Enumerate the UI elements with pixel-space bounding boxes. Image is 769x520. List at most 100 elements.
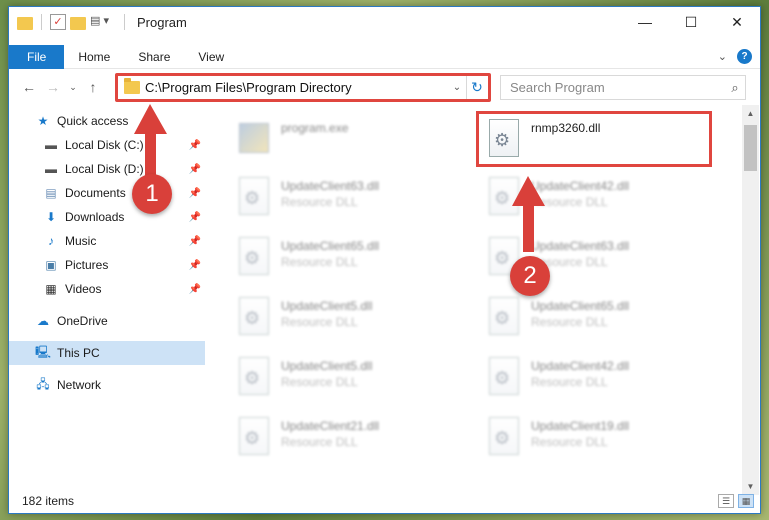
file-name: UpdateClient5.dll [281, 299, 373, 313]
refresh-icon[interactable]: ↻ [469, 79, 485, 95]
search-input[interactable] [510, 80, 725, 95]
sidebar-item-label: Videos [65, 282, 102, 296]
folder-icon [17, 16, 33, 30]
pin-icon[interactable]: 📌 [189, 212, 201, 223]
file-type: Resource DLL [281, 315, 358, 329]
dll-file-icon [487, 297, 521, 339]
file-item-program-exe[interactable]: program.exe [225, 115, 461, 171]
help-icon[interactable]: ? [737, 49, 752, 64]
callout-step-2: 2 [510, 256, 550, 296]
sidebar-item-quick-access[interactable]: ★ Quick access [9, 109, 205, 133]
scroll-up-icon[interactable]: ▲ [742, 105, 759, 122]
sidebar-item-documents[interactable]: ▤ Documents 📌 [9, 181, 205, 205]
sidebar-item-pictures[interactable]: ▣ Pictures 📌 [9, 253, 205, 277]
file-item[interactable]: UpdateClient5.dll Resource DLL [225, 293, 461, 349]
file-item[interactable]: UpdateClient42.dll Resource DLL [475, 353, 711, 409]
file-name: UpdateClient65.dll [531, 299, 630, 313]
sidebar-item-music[interactable]: ♪ Music 📌 [9, 229, 205, 253]
title-bar: ✓ ▤ ▾ Program — ☐ ✕ [9, 7, 760, 37]
scrollbar-thumb[interactable] [744, 125, 757, 171]
sidebar-item-local-disk-c[interactable]: ▬ Local Disk (C:) 📌 [9, 133, 205, 157]
recent-locations-icon[interactable]: ⌄ [65, 75, 81, 99]
navigation-bar: ← → ⌄ ↑ C:\Program Files\Program Directo… [9, 71, 760, 103]
sidebar-item-label: Documents [65, 186, 126, 200]
target-file-highlight-box [476, 111, 712, 167]
details-view-icon[interactable]: ☰ [718, 494, 734, 508]
file-type: Resource DLL [531, 435, 608, 449]
forward-arrow-icon[interactable]: → [41, 75, 65, 99]
network-icon: 🖧 [36, 376, 50, 391]
sidebar-item-videos[interactable]: ▦ Videos 📌 [9, 277, 205, 301]
sidebar-item-label: Local Disk (D:) [65, 162, 144, 176]
vertical-scrollbar[interactable]: ▲ ▼ [742, 105, 759, 495]
star-icon: ★ [37, 114, 49, 128]
file-item[interactable]: UpdateClient21.dll Resource DLL [225, 413, 461, 469]
sidebar-item-local-disk-d[interactable]: ▬ Local Disk (D:) 📌 [9, 157, 205, 181]
file-type: Resource DLL [281, 255, 358, 269]
expand-ribbon-icon[interactable]: ⌄ [718, 50, 727, 63]
pin-icon[interactable]: 📌 [189, 260, 201, 271]
status-bar: 182 items ☰ ▦ [9, 489, 760, 513]
search-icon[interactable]: ⌕ [725, 80, 745, 96]
file-name: UpdateClient19.dll [531, 419, 630, 433]
sidebar-item-downloads[interactable]: ⬇ Downloads 📌 [9, 205, 205, 229]
pin-icon[interactable]: 📌 [189, 164, 201, 175]
dll-file-icon [487, 357, 521, 399]
sidebar-item-label: Network [57, 378, 102, 392]
sidebar-item-label: Music [65, 234, 97, 248]
maximize-button[interactable]: ☐ [668, 7, 714, 37]
item-count: 182 items [22, 494, 75, 508]
file-item[interactable]: UpdateClient5.dll Resource DLL [225, 353, 461, 409]
dll-file-icon [237, 297, 271, 339]
sidebar-item-network[interactable]: 🖧 Network [9, 373, 205, 397]
close-button[interactable]: ✕ [714, 7, 760, 37]
file-item[interactable]: UpdateClient42.dll Resource DLL [475, 173, 711, 229]
file-name: UpdateClient65.dll [281, 239, 380, 253]
file-name: UpdateClient42.dll [531, 359, 630, 373]
pin-icon[interactable]: 📌 [189, 236, 201, 247]
minimize-button[interactable]: — [622, 7, 668, 37]
address-highlight-box [115, 73, 491, 102]
tab-file[interactable]: File [9, 44, 65, 69]
dll-file-icon [237, 177, 271, 219]
sidebar-item-onedrive[interactable]: ☁ OneDrive [9, 309, 205, 333]
sidebar-item-this-pc[interactable]: 🖳 This PC [9, 341, 205, 365]
file-item[interactable]: UpdateClient19.dll Resource DLL [475, 413, 711, 469]
file-item[interactable]: UpdateClient65.dll Resource DLL [225, 233, 461, 289]
up-arrow-icon[interactable]: ↑ [81, 75, 105, 99]
drive-icon: ▬ [45, 138, 57, 152]
computer-icon: 🖳 [35, 344, 52, 359]
dll-file-icon [237, 237, 271, 279]
back-arrow-icon[interactable]: ← [17, 75, 41, 99]
file-type: Resource DLL [531, 375, 608, 389]
tab-home[interactable]: Home [64, 45, 124, 69]
large-icons-view-icon[interactable]: ▦ [738, 494, 754, 508]
file-item[interactable]: UpdateClient63.dll Resource DLL [225, 173, 461, 229]
tab-share[interactable]: Share [124, 45, 184, 69]
file-item[interactable]: UpdateClient65.dll Resource DLL [475, 293, 711, 349]
pin-icon[interactable]: 📌 [189, 188, 201, 199]
search-box[interactable]: ⌕ [500, 75, 746, 100]
music-icon: ♪ [48, 234, 54, 248]
ribbon-tabs: File Home Share View ⌄ ? [9, 44, 760, 69]
properties-icon[interactable]: ✓ [50, 14, 66, 30]
sidebar-item-label: OneDrive [57, 314, 108, 328]
new-folder-icon[interactable] [70, 16, 86, 30]
pin-icon[interactable]: 📌 [189, 284, 201, 295]
downloads-icon: ⬇ [45, 210, 57, 224]
dll-file-icon [237, 417, 271, 459]
view-switcher: ☰ ▦ [718, 494, 754, 508]
documents-icon: ▤ [45, 186, 57, 200]
file-type: Resource DLL [281, 195, 358, 209]
quick-access-toolbar: ✓ ▤ ▾ [17, 14, 129, 30]
pictures-icon: ▣ [45, 258, 57, 272]
customize-toolbar-icon[interactable]: ▤ ▾ [90, 14, 116, 30]
file-name: UpdateClient63.dll [531, 239, 630, 253]
pin-icon[interactable]: 📌 [189, 140, 201, 151]
videos-icon: ▦ [45, 282, 57, 296]
ribbon-right: ⌄ ? [718, 49, 752, 64]
tab-view[interactable]: View [184, 45, 238, 69]
file-name: UpdateClient5.dll [281, 359, 373, 373]
